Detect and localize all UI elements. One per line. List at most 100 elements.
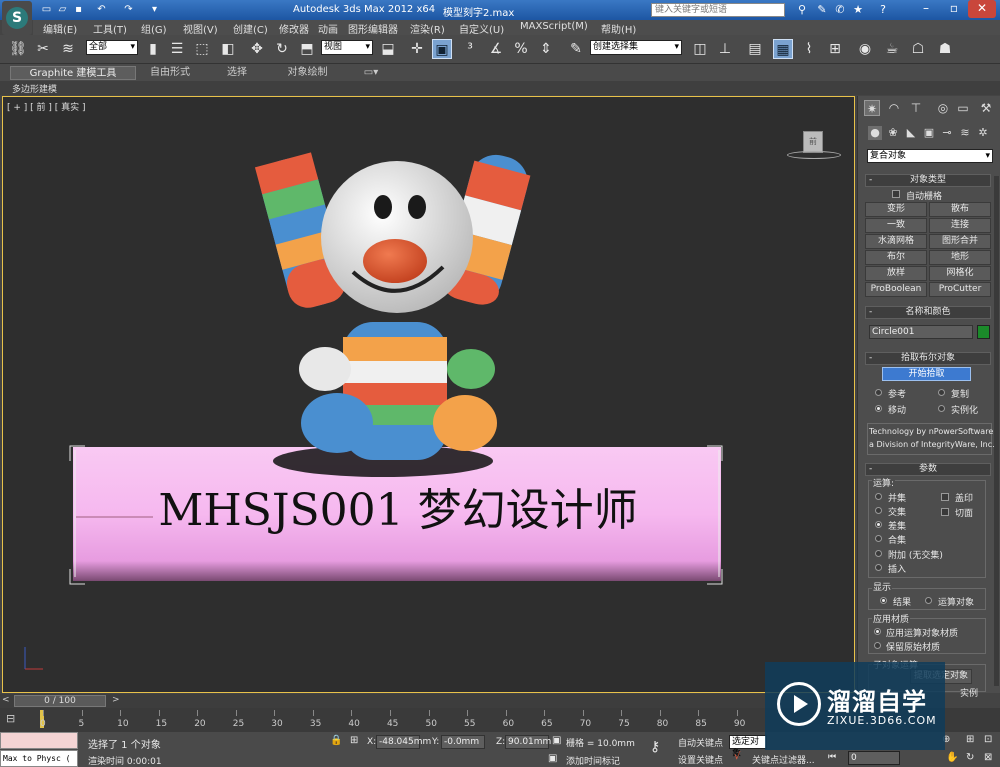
move-radio[interactable] bbox=[875, 405, 882, 412]
instance-radio[interactable] bbox=[938, 405, 945, 412]
named-selection-dropdown[interactable]: 创建选择集 bbox=[590, 40, 682, 55]
open-file-icon[interactable]: ▱ bbox=[56, 3, 69, 16]
modify-tab-icon[interactable]: ◠ bbox=[886, 100, 902, 116]
mini-curve-editor-icon[interactable]: ⊟ bbox=[6, 712, 24, 726]
selection-filter-dropdown[interactable]: 全部 bbox=[86, 40, 138, 55]
set-key-button[interactable]: 设置关键点 bbox=[678, 753, 723, 766]
object-color-swatch[interactable] bbox=[977, 325, 990, 339]
snaps-toggle-icon[interactable]: ³ bbox=[460, 39, 480, 59]
quick-access-dropdown-icon[interactable]: ▾ bbox=[148, 3, 161, 16]
operands-radio[interactable] bbox=[925, 597, 932, 604]
subtraction-radio[interactable] bbox=[875, 521, 882, 528]
binoculars-icon[interactable]: ⚲ bbox=[795, 3, 809, 17]
insert-radio[interactable] bbox=[875, 564, 882, 571]
motion-tab-icon[interactable]: ◎ bbox=[935, 100, 951, 116]
save-file-icon[interactable]: ▪ bbox=[72, 3, 85, 16]
rollout-parameters[interactable]: - 参数 bbox=[865, 463, 991, 476]
lights-icon[interactable]: ◣ bbox=[904, 126, 918, 140]
pivot-center-icon[interactable]: ⬓ bbox=[378, 39, 398, 59]
mirror-icon[interactable]: ◫ bbox=[690, 39, 710, 59]
object-category-dropdown[interactable]: 复合对象 bbox=[867, 149, 993, 163]
menu-customize[interactable]: 自定义(U) bbox=[459, 21, 504, 36]
absolute-mode-icon[interactable]: ⊞ bbox=[350, 735, 358, 746]
conform-button[interactable]: 一致 bbox=[865, 218, 927, 233]
maxscript-mini-listener[interactable]: Max to Physc ( bbox=[0, 750, 78, 767]
time-slider[interactable]: < 0 / 100 > bbox=[0, 694, 855, 708]
menu-group[interactable]: 组(G) bbox=[141, 21, 167, 36]
lock-selection-icon[interactable]: 🔒 bbox=[330, 735, 342, 746]
systems-icon[interactable]: ✲ bbox=[976, 126, 990, 140]
boolean-button[interactable]: 布尔 bbox=[865, 250, 927, 265]
apply-operand-material-radio[interactable] bbox=[874, 628, 881, 635]
spinner-snap-icon[interactable]: ⇕ bbox=[536, 39, 556, 59]
select-and-link-icon[interactable]: ⛓ bbox=[8, 39, 28, 59]
shapemerge-button[interactable]: 图形合并 bbox=[929, 234, 991, 249]
menu-rendering[interactable]: 渲染(R) bbox=[410, 21, 445, 36]
add-time-tag-label[interactable]: 添加时间标记 bbox=[566, 754, 620, 767]
object-name-field[interactable]: Circle001 bbox=[869, 325, 973, 339]
reference-coordinate-dropdown[interactable]: 视图 bbox=[321, 40, 373, 55]
copy-radio[interactable] bbox=[938, 389, 945, 396]
space-warps-icon[interactable]: ≋ bbox=[958, 126, 972, 140]
search-input[interactable]: 键入关键字或短语 bbox=[651, 3, 785, 17]
zoom-all-icon[interactable]: ⊞ bbox=[966, 734, 974, 745]
maximize-viewport-icon[interactable]: ⊠ bbox=[984, 752, 992, 763]
select-and-manipulate-icon[interactable]: ✛ bbox=[407, 39, 427, 59]
graphite-modeling-icon[interactable]: ▦ bbox=[773, 39, 793, 59]
redo-icon[interactable]: ↷ bbox=[122, 3, 135, 16]
window-crossing-icon[interactable]: ◧ bbox=[218, 39, 238, 59]
schematic-view-icon[interactable]: ⊞ bbox=[825, 39, 845, 59]
close-button[interactable]: ✕ bbox=[968, 0, 996, 18]
menu-create[interactable]: 创建(C) bbox=[233, 21, 268, 36]
blobmesh-button[interactable]: 水滴网格 bbox=[865, 234, 927, 249]
reference-radio[interactable] bbox=[875, 389, 882, 396]
menu-help[interactable]: 帮助(H) bbox=[601, 21, 636, 36]
new-file-icon[interactable]: ▭ bbox=[40, 3, 53, 16]
scatter-button[interactable]: 散布 bbox=[929, 202, 991, 217]
rollout-pick-boolean[interactable]: - 拾取布尔对象 bbox=[865, 352, 991, 365]
current-frame-field[interactable]: 0 bbox=[848, 751, 900, 765]
result-radio[interactable] bbox=[880, 597, 887, 604]
viewport-front[interactable]: [ + ] [ 前 ] [ 真实 ] 前 MHSJS001 梦幻设计师 bbox=[2, 96, 855, 693]
ribbon-options-icon[interactable]: ▭▾ bbox=[360, 66, 382, 80]
menu-graph-editors[interactable]: 图形编辑器 bbox=[348, 21, 398, 36]
utilities-tab-icon[interactable]: ⚒ bbox=[978, 100, 994, 116]
communication-icon[interactable]: ✆ bbox=[833, 3, 847, 17]
render-setup-icon[interactable]: ☕ bbox=[882, 39, 902, 59]
union-radio[interactable] bbox=[875, 493, 882, 500]
tab-object-paint[interactable]: 对象绘制 bbox=[285, 66, 330, 80]
time-prev-icon[interactable]: < bbox=[2, 695, 10, 705]
retain-original-material-radio[interactable] bbox=[874, 642, 881, 649]
key-filters-button[interactable]: 关键点过滤器... bbox=[752, 753, 815, 766]
procutter-button[interactable]: ProCutter bbox=[929, 282, 991, 297]
imprint-checkbox[interactable] bbox=[941, 493, 949, 501]
select-object-icon[interactable]: ▮ bbox=[143, 39, 163, 59]
favorites-icon[interactable]: ★ bbox=[851, 3, 865, 17]
orbit-icon[interactable]: ↻ bbox=[966, 752, 974, 763]
percent-snap-icon[interactable]: % bbox=[511, 39, 531, 59]
time-tag-icon[interactable]: ▣ bbox=[548, 753, 557, 764]
intersection-radio[interactable] bbox=[875, 507, 882, 514]
unlink-icon[interactable]: ✂ bbox=[33, 39, 53, 59]
menu-modifiers[interactable]: 修改器 bbox=[279, 21, 309, 36]
menu-edit[interactable]: 编辑(E) bbox=[43, 21, 77, 36]
help-icon[interactable]: ? bbox=[876, 3, 890, 17]
select-by-name-icon[interactable]: ☰ bbox=[167, 39, 187, 59]
terrain-button[interactable]: 地形 bbox=[929, 250, 991, 265]
subscription-icon[interactable]: ✎ bbox=[815, 3, 829, 17]
loft-button[interactable]: 放样 bbox=[865, 266, 927, 281]
mesher-button[interactable]: 网格化 bbox=[929, 266, 991, 281]
proboolean-button[interactable]: ProBoolean bbox=[865, 282, 927, 297]
maxscript-listener[interactable] bbox=[0, 732, 78, 749]
key-icon[interactable]: ⚷ bbox=[650, 739, 660, 755]
auto-grid-checkbox[interactable] bbox=[892, 190, 900, 198]
x-coordinate-field[interactable]: -48.045mm bbox=[376, 735, 431, 749]
create-tab-icon[interactable]: ✷ bbox=[864, 100, 880, 116]
tab-freeform[interactable]: 自由形式 bbox=[145, 66, 195, 80]
edit-named-selection-icon[interactable]: ✎ bbox=[566, 39, 586, 59]
align-icon[interactable]: ⊥ bbox=[715, 39, 735, 59]
geometry-icon[interactable]: ● bbox=[868, 126, 882, 140]
key-mode-dropdown[interactable]: 选定对象 bbox=[729, 735, 767, 759]
pan-icon[interactable]: ✋ bbox=[946, 752, 958, 763]
auto-key-button[interactable]: 自动关键点 bbox=[678, 736, 723, 749]
